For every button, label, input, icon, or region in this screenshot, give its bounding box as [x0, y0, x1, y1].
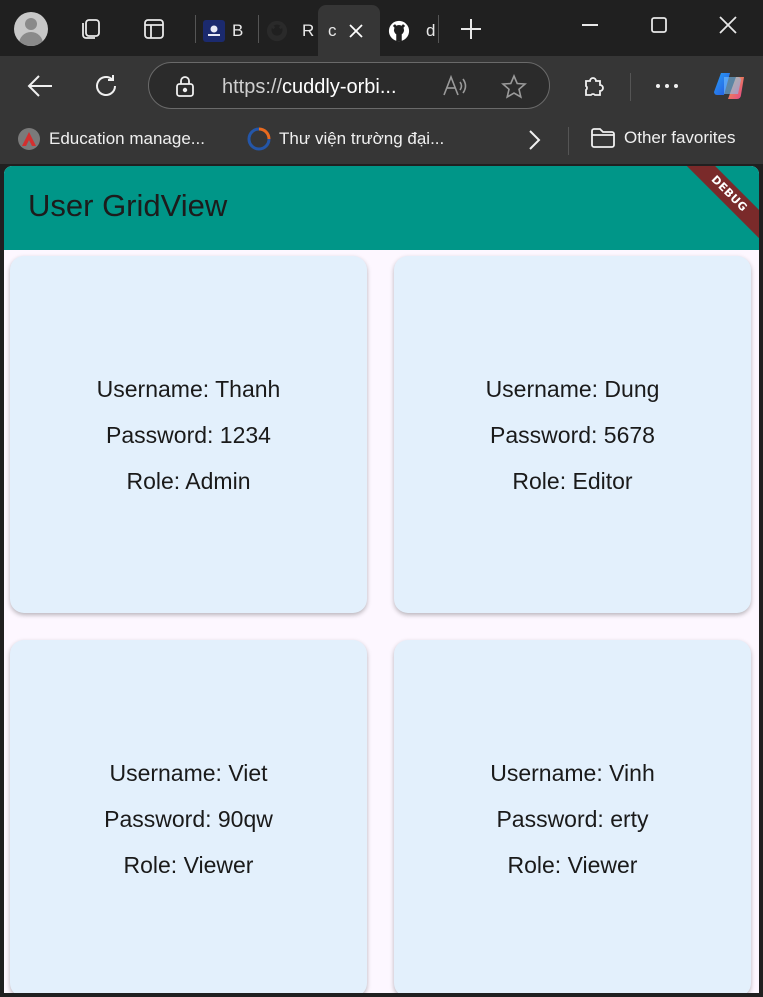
address-bar[interactable]: https://cuddly-orbi... [148, 62, 550, 109]
username-text: Username: Thanh [96, 375, 281, 402]
read-aloud-icon[interactable] [442, 74, 468, 101]
refresh-icon[interactable] [88, 68, 124, 104]
profile-avatar[interactable] [14, 12, 48, 46]
new-tab-icon[interactable] [454, 12, 488, 46]
toolbar-separator [630, 73, 631, 101]
back-arrow-icon[interactable] [22, 68, 58, 104]
library-site-icon [247, 127, 271, 151]
username-text: Username: Vinh [490, 759, 655, 786]
other-favorites[interactable]: Other favorites [590, 127, 736, 149]
user-card[interactable]: Username: Viet Password: 90qw Role: View… [10, 640, 367, 993]
lock-icon[interactable] [175, 75, 195, 101]
close-tab-icon[interactable] [348, 23, 363, 38]
debug-banner: DEBUG [679, 166, 759, 244]
user-card[interactable]: Username: Vinh Password: erty Role: View… [394, 640, 751, 993]
favorite-star-icon[interactable] [501, 73, 527, 104]
role-text: Role: Viewer [507, 851, 638, 878]
more-options-icon[interactable] [649, 68, 685, 104]
extensions-icon[interactable] [576, 68, 612, 104]
site-favicon [203, 19, 225, 42]
username-text: Username: Dung [485, 375, 660, 402]
tab-separator [258, 15, 259, 43]
tab-1[interactable]: B [203, 5, 257, 56]
education-site-icon [17, 127, 41, 151]
url-text[interactable]: https://cuddly-orbi... [222, 76, 397, 99]
tab-separator [438, 15, 439, 43]
vertical-tabs-icon[interactable] [137, 12, 171, 46]
tab-1-label: B [232, 20, 244, 40]
favorites-bar: Education manage... Thư viện trường đại.… [0, 116, 763, 164]
tab-2-label: R [302, 20, 315, 40]
tab-3-active[interactable]: c [318, 5, 380, 56]
password-text: Password: 5678 [490, 421, 655, 448]
favorite-education-label: Education manage... [49, 129, 205, 148]
role-text: Role: Admin [126, 467, 251, 494]
favorite-library-label: Thư viện trường đại... [279, 129, 445, 148]
tab-separator [195, 15, 196, 43]
maximize-icon[interactable] [636, 8, 682, 42]
address-toolbar: https://cuddly-orbi... [0, 56, 763, 116]
github-icon [266, 20, 288, 42]
user-card[interactable]: Username: Dung Password: 5678 Role: Edit… [394, 256, 751, 613]
user-grid: Username: Thanh Password: 1234 Role: Adm… [4, 250, 759, 993]
password-text: Password: 90qw [104, 805, 273, 832]
favorite-education[interactable]: Education manage... [17, 127, 205, 151]
url-host: cuddly-orbi... [282, 76, 397, 98]
tab-3-label: c [328, 20, 337, 40]
tab-2[interactable]: R [266, 5, 318, 56]
chevron-right-icon[interactable] [524, 129, 544, 155]
tab-4-label: d [426, 20, 436, 40]
user-card[interactable]: Username: Thanh Password: 1234 Role: Adm… [10, 256, 367, 613]
copilot-icon[interactable] [711, 68, 747, 104]
favorites-separator [568, 127, 569, 155]
tab-strip: B R c d [0, 0, 763, 56]
role-text: Role: Viewer [123, 851, 254, 878]
app-bar: User GridView DEBUG [4, 166, 759, 250]
folder-icon [590, 127, 616, 149]
other-favorites-label: Other favorites [624, 128, 736, 147]
workspaces-icon[interactable] [73, 12, 107, 46]
url-scheme: https:// [222, 76, 283, 98]
role-text: Role: Editor [512, 467, 633, 494]
favorite-library[interactable]: Thư viện trường đại... [247, 127, 444, 151]
window-bottom-edge [0, 993, 763, 997]
password-text: Password: 1234 [106, 421, 271, 448]
tab-4[interactable]: d [388, 5, 440, 56]
password-text: Password: erty [496, 805, 649, 832]
username-text: Username: Viet [109, 759, 268, 786]
github-icon [388, 20, 410, 42]
minimize-icon[interactable] [567, 8, 613, 42]
close-window-icon[interactable] [705, 8, 751, 42]
page-title: User GridView [28, 188, 228, 223]
app-viewport: User GridView DEBUG Username: Thanh Pass… [4, 166, 759, 993]
